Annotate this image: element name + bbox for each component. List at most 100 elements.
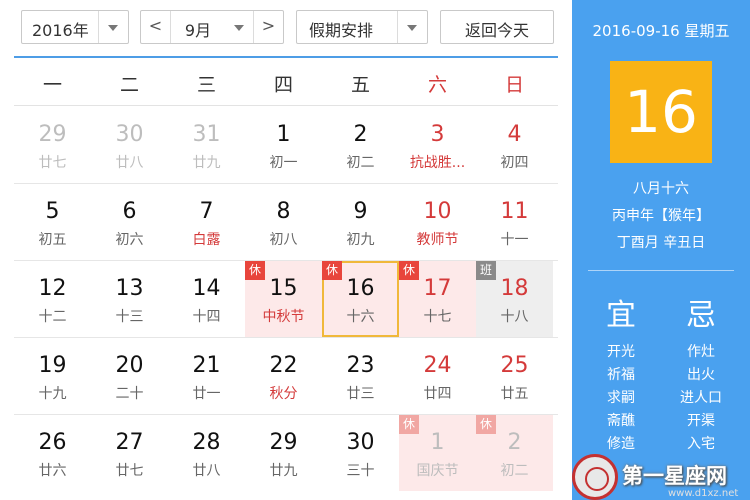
day-cell-mon[interactable]: 5 初五 (14, 184, 91, 260)
day-number: 16 (346, 276, 375, 301)
suitable-title: 宜 (606, 298, 636, 333)
lunar-day-label: 十二 (38, 309, 67, 325)
lunar-day-label: 抗战胜... (409, 155, 466, 171)
day-cell-sat[interactable]: 休 1 国庆节 (399, 415, 476, 491)
day-cell-wed[interactable]: 31 廿九 (168, 107, 245, 183)
day-number: 14 (192, 276, 221, 301)
lunar-day-label: 廿六 (38, 463, 67, 479)
weekday-sun: 日 (504, 74, 524, 96)
chevron-down-icon[interactable] (98, 11, 128, 43)
back-to-today-button[interactable]: 返回今天 (440, 10, 554, 44)
back-to-today-label: 返回今天 (464, 21, 529, 40)
lunar-day-label: 廿八 (192, 463, 221, 479)
day-number: 11 (500, 199, 529, 224)
lunar-day-label: 十八 (500, 309, 529, 325)
avoid-title: 忌 (686, 298, 716, 333)
lunar-day-label: 廿八 (115, 155, 144, 171)
lunar-day-label: 初二 (500, 463, 529, 479)
lunar-day-label: 秋分 (269, 386, 298, 402)
day-cell-sat[interactable]: 10 教师节 (399, 184, 476, 260)
day-cell-sun[interactable]: 25 廿五 (476, 338, 553, 414)
day-cell-fri[interactable]: 30 三十 (322, 415, 399, 491)
day-number: 27 (115, 430, 144, 455)
day-cell-sat[interactable]: 24 廿四 (399, 338, 476, 414)
watermark-url: www.d1xz.net (668, 488, 739, 499)
day-cell-wed[interactable]: 7 白露 (168, 184, 245, 260)
day-cell-wed[interactable]: 28 廿八 (168, 415, 245, 491)
day-cell-tue[interactable]: 27 廿七 (91, 415, 168, 491)
avoid-item: 进人口 (680, 390, 722, 406)
next-month-button[interactable]: > (253, 11, 283, 43)
weekday-fri: 五 (350, 74, 370, 96)
lunar-day-label: 十六 (346, 309, 375, 325)
avoid-item: 入宅 (687, 436, 715, 452)
day-number: 26 (38, 430, 67, 455)
holiday-arrangement-select[interactable]: 假期安排 (296, 10, 428, 44)
lunar-day-label: 廿五 (500, 386, 529, 402)
suitable-item: 修造 (607, 436, 635, 452)
day-number: 1 (276, 122, 291, 147)
selected-day-number: 16 (610, 61, 712, 163)
chevron-down-icon[interactable] (225, 11, 255, 43)
day-cell-fri[interactable]: 23 廿三 (322, 338, 399, 414)
holiday-select-value: 假期安排 (309, 21, 374, 40)
day-cell-fri[interactable]: 2 初二 (322, 107, 399, 183)
lunar-date: 八月十六 (633, 181, 689, 197)
day-cell-wed[interactable]: 21 廿一 (168, 338, 245, 414)
day-number: 7 (199, 199, 214, 224)
year-select[interactable]: 2016年 (21, 10, 129, 44)
chevron-down-icon[interactable] (397, 11, 427, 43)
avoid-item: 开渠 (687, 413, 715, 429)
selected-date-heading: 2016-09-16 星期五 (592, 22, 730, 40)
day-cell-sun[interactable]: 班 18 十八 (476, 261, 553, 337)
day-cell-thu[interactable]: 29 廿九 (245, 415, 322, 491)
day-cell-sun[interactable]: 4 初四 (476, 107, 553, 183)
suitable-item: 开光 (607, 344, 635, 360)
lunar-day-label: 国庆节 (416, 463, 459, 479)
calendar-toolbar: 2016年 < 9月 > 假期安排 返回今天 (0, 0, 572, 56)
watermark-text: 第一星座网 (622, 464, 727, 488)
day-cell-sat[interactable]: 休 17 十七 (399, 261, 476, 337)
day-number: 23 (346, 353, 375, 378)
panel-divider (588, 270, 734, 271)
day-number: 24 (423, 353, 452, 378)
day-cell-mon[interactable]: 29 廿七 (14, 107, 91, 183)
day-cell-sun[interactable]: 休 2 初二 (476, 415, 553, 491)
day-number: 2 (507, 430, 522, 455)
lunar-day-label: 廿三 (346, 386, 375, 402)
day-number: 6 (122, 199, 137, 224)
day-cell-wed[interactable]: 14 十四 (168, 261, 245, 337)
month-stepper[interactable]: < 9月 > (140, 10, 284, 44)
lunar-day-label: 初一 (269, 155, 298, 171)
day-cell-sun[interactable]: 11 十一 (476, 184, 553, 260)
day-cell-mon[interactable]: 12 十二 (14, 261, 91, 337)
lunar-day-label: 初九 (346, 232, 375, 248)
avoid-item: 作灶 (687, 344, 715, 360)
day-cell-tue[interactable]: 30 廿八 (91, 107, 168, 183)
day-cell-fri[interactable]: 9 初九 (322, 184, 399, 260)
day-cell-tue[interactable]: 13 十三 (91, 261, 168, 337)
day-cell-thu[interactable]: 22 秋分 (245, 338, 322, 414)
day-cell-sat[interactable]: 3 抗战胜... (399, 107, 476, 183)
suitable-item: 求嗣 (607, 390, 635, 406)
day-number: 29 (269, 430, 298, 455)
day-cell-selected[interactable]: 休 16 十六 (322, 261, 399, 337)
day-cell-tue[interactable]: 20 二十 (91, 338, 168, 414)
month-select-value[interactable]: 9月 (171, 17, 225, 41)
day-number: 12 (38, 276, 67, 301)
day-cell-tue[interactable]: 6 初六 (91, 184, 168, 260)
prev-month-button[interactable]: < (141, 11, 171, 43)
lunar-day-label: 十七 (423, 309, 452, 325)
ganzhi-month-day: 丁酉月 辛丑日 (616, 235, 706, 251)
day-cell-thu[interactable]: 休 15 中秋节 (245, 261, 322, 337)
day-cell-thu[interactable]: 8 初八 (245, 184, 322, 260)
lunar-day-label: 初八 (269, 232, 298, 248)
day-cell-mon[interactable]: 26 廿六 (14, 415, 91, 491)
day-cell-thu[interactable]: 1 初一 (245, 107, 322, 183)
lunar-day-label: 廿九 (269, 463, 298, 479)
lunar-day-label: 廿七 (38, 155, 67, 171)
day-cell-mon[interactable]: 19 十九 (14, 338, 91, 414)
day-number: 31 (192, 122, 221, 147)
lunar-day-label: 十四 (192, 309, 221, 325)
toolbar-divider (14, 56, 558, 58)
